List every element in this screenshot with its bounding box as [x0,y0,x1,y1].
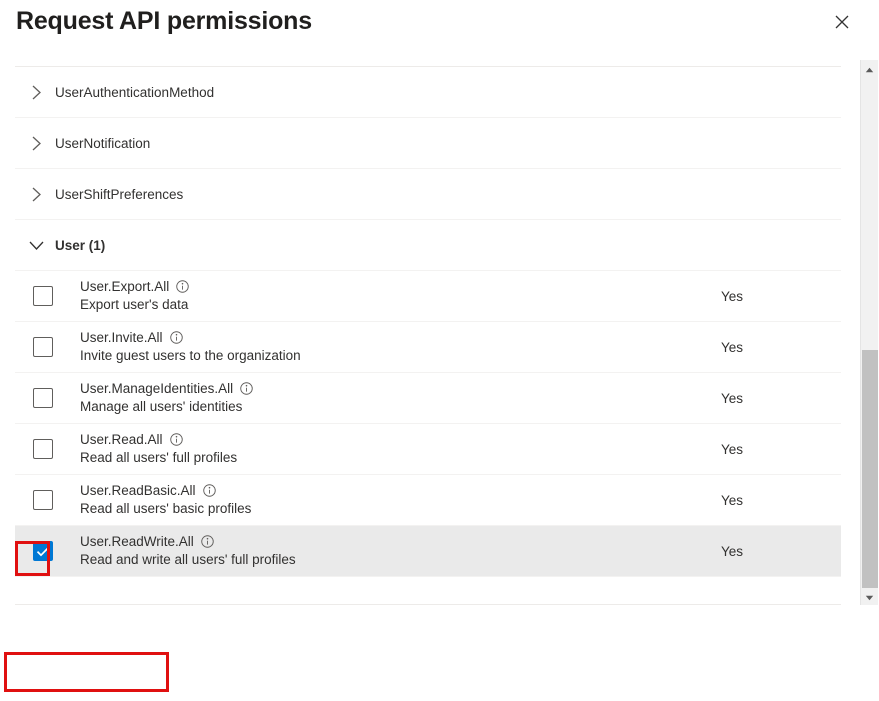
permission-checkbox[interactable] [33,337,53,357]
info-icon[interactable] [202,484,216,497]
permission-checkbox[interactable] [33,439,53,459]
permission-description: Manage all users' identities [80,399,243,414]
table-row[interactable]: User.Export.All Export user's data Yes [15,271,841,322]
permission-text: User.ManageIdentities.All Manage all use… [71,380,681,416]
permission-name: User.ManageIdentities.All [80,381,234,396]
permission-name: User.ReadBasic.All [80,483,196,498]
permission-group-label: User (1) [55,237,106,253]
permission-group-row-user[interactable]: User (1) [15,220,841,271]
chevron-down-icon [21,230,51,260]
permission-group-row[interactable]: UserNotification [15,118,841,169]
permission-checkbox-cell [15,541,71,561]
permission-group-label: UserShiftPreferences [55,186,184,202]
permission-name: User.Export.All [80,279,170,294]
permission-name: User.ReadWrite.All [80,534,194,549]
admin-consent-value: Yes [721,543,744,559]
chevron-right-icon [21,77,51,107]
permission-text: User.ReadWrite.All Read and write all us… [71,533,681,569]
permission-checkbox-cell [15,439,71,459]
table-row[interactable]: User.Read.All Read all users' full profi… [15,424,841,475]
scroll-up-button[interactable] [861,60,878,77]
permission-group-row[interactable]: UserAuthenticationMethod [15,67,841,118]
permissions-list: UserAuthenticationMethod UserNotificatio… [0,67,858,605]
table-row[interactable]: User.ManageIdentities.All Manage all use… [15,373,841,424]
info-icon[interactable] [169,331,183,344]
permission-text: User.Read.All Read all users' full profi… [71,431,681,467]
permission-checkbox-cell [15,286,71,306]
page-title: Request API permissions [16,7,312,35]
permission-name: User.Read.All [80,432,163,447]
table-row[interactable]: User.Invite.All Invite guest users to th… [15,322,841,373]
permission-group-label: UserNotification [55,135,151,151]
admin-consent-value: Yes [721,390,744,406]
info-icon[interactable] [240,382,253,395]
permission-checkbox[interactable] [33,286,53,306]
permission-checkbox-cell [15,337,71,357]
info-icon[interactable] [169,433,183,446]
permission-name: User.Invite.All [80,330,163,345]
panel-footer: Add permissions Discard [0,605,879,701]
triangle-up-icon [865,60,874,78]
request-api-permissions-panel: Request API permissions UserAuthenticati… [0,0,879,701]
triangle-down-icon [865,588,874,606]
table-row-selected[interactable]: User.ReadWrite.All Read and write all us… [15,526,841,577]
scrollbar-thumb[interactable] [862,350,878,596]
close-button[interactable] [826,6,858,38]
permission-description: Read and write all users' full profiles [80,552,296,567]
close-icon [835,15,849,29]
vertical-scrollbar[interactable] [860,60,878,605]
scroll-down-button[interactable] [861,588,878,605]
admin-consent-value: Yes [721,339,744,355]
admin-consent-value: Yes [721,288,744,304]
permission-group-label: UserAuthenticationMethod [55,84,215,100]
table-row[interactable]: User.ReadBasic.All Read all users' basic… [15,475,841,526]
admin-consent-value: Yes [721,441,744,457]
permission-text: User.ReadBasic.All Read all users' basic… [71,482,681,518]
chevron-right-icon [21,179,51,209]
permission-description: Export user's data [80,297,189,312]
permission-checkbox-cell [15,490,71,510]
permission-checkbox-cell [15,388,71,408]
permission-checkbox-checked[interactable] [33,541,53,561]
permission-checkbox[interactable] [33,388,53,408]
info-icon[interactable] [176,280,190,293]
permission-text: User.Export.All Export user's data [71,278,681,314]
info-icon[interactable] [201,535,214,548]
permission-description: Invite guest users to the organization [80,348,301,363]
permission-description: Read all users' full profiles [80,450,238,465]
permissions-list-region: UserAuthenticationMethod UserNotificatio… [0,67,879,605]
admin-consent-value: Yes [721,492,744,508]
panel-header: Request API permissions [0,0,879,66]
permission-group-row[interactable]: UserShiftPreferences [15,169,841,220]
chevron-right-icon [21,128,51,158]
checkmark-icon [36,546,50,556]
permission-checkbox[interactable] [33,490,53,510]
permission-text: User.Invite.All Invite guest users to th… [71,329,681,365]
permission-description: Read all users' basic profiles [80,501,252,516]
